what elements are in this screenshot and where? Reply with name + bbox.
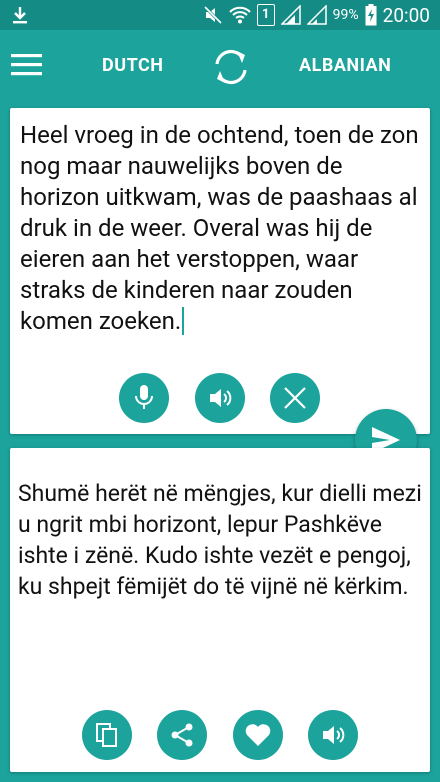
app-toolbar: DUTCH ALBANIAN — [0, 30, 440, 100]
signal-icon-2 — [306, 5, 327, 25]
copy-button[interactable] — [82, 710, 132, 760]
share-button[interactable] — [157, 710, 207, 760]
translation-card: Shumë herët në mëngjes, kur dielli mezi … — [10, 448, 430, 772]
wifi-icon — [228, 6, 251, 24]
speak-source-button[interactable] — [195, 373, 245, 423]
speaker-icon — [323, 726, 345, 744]
target-language-button[interactable]: ALBANIAN — [299, 55, 391, 76]
close-icon — [284, 387, 306, 409]
favorite-button[interactable] — [233, 710, 283, 760]
microphone-button[interactable] — [119, 373, 169, 423]
source-language-button[interactable]: DUTCH — [102, 55, 163, 76]
share-icon — [171, 723, 193, 747]
swap-icon[interactable] — [209, 45, 253, 89]
source-card: Heel vroeg in de ochtend, toen de zon no… — [10, 108, 430, 434]
translation-text: Shumë herët në mëngjes, kur dielli mezi … — [18, 480, 422, 600]
source-text: Heel vroeg in de ochtend, toen de zon no… — [20, 121, 419, 335]
battery-percent: 99% — [332, 7, 359, 23]
battery-charging-icon — [365, 4, 377, 26]
download-icon — [13, 7, 27, 24]
sim-badge: 1 — [256, 4, 275, 26]
speaker-icon — [210, 389, 232, 407]
clear-button[interactable] — [270, 373, 320, 423]
clock: 20:00 — [382, 3, 430, 27]
mute-icon — [203, 5, 222, 25]
heart-icon — [245, 724, 271, 746]
speak-translation-button[interactable] — [308, 710, 358, 760]
copy-icon — [96, 723, 117, 747]
menu-icon[interactable] — [10, 51, 44, 79]
microphone-icon — [135, 385, 153, 409]
status-bar: 1 99% 20:00 — [0, 0, 440, 30]
signal-icon — [280, 5, 301, 25]
source-text-input[interactable]: Heel vroeg in de ochtend, toen de zon no… — [20, 120, 420, 337]
text-cursor — [182, 307, 185, 335]
